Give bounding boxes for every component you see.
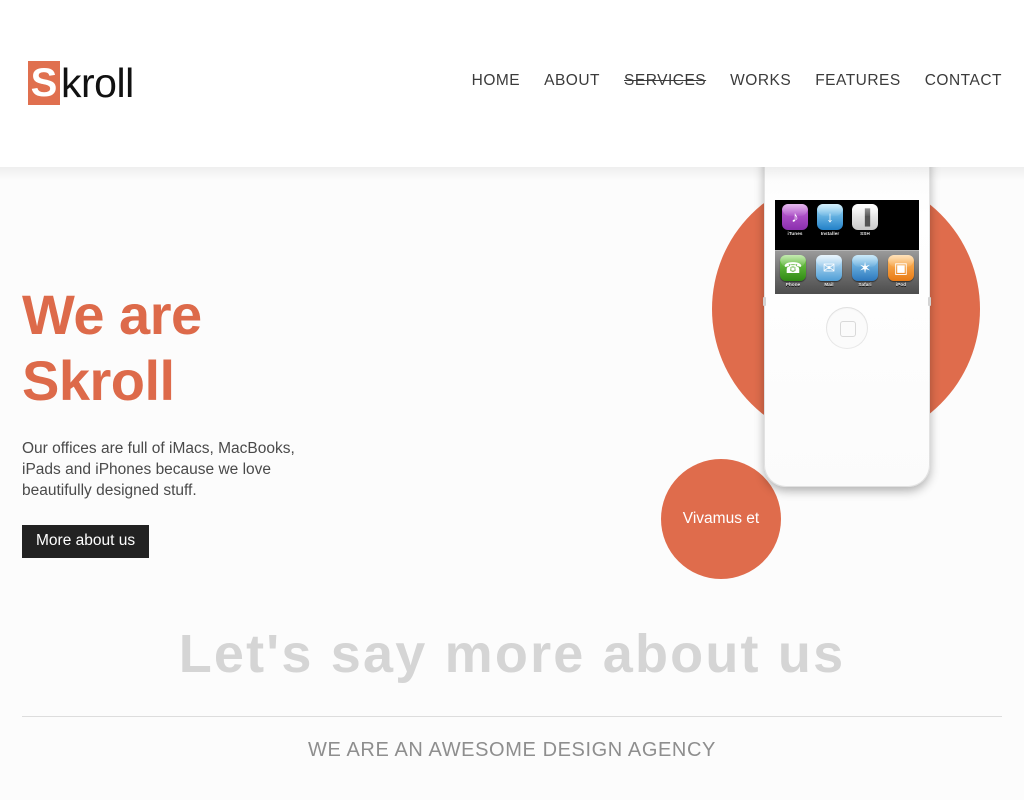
- app-itunes[interactable]: ♪ iTunes: [782, 204, 808, 237]
- hero-title: We are Skroll: [22, 282, 352, 414]
- nav-item-home[interactable]: HOME: [460, 69, 533, 93]
- hero-title-line-2: Skroll: [22, 349, 175, 412]
- iphone-home-button[interactable]: [826, 307, 868, 349]
- itunes-glyph: ♪: [791, 208, 799, 226]
- app-label-ipod: iPod: [895, 282, 907, 287]
- app-label-safari: Safari: [858, 282, 872, 287]
- vivamus-badge-circle[interactable]: Vivamus et: [661, 459, 781, 579]
- logo-mark-icon: S: [28, 61, 60, 105]
- app-mail[interactable]: ✉ Mail: [816, 255, 842, 288]
- itunes-icon: ♪: [782, 204, 808, 230]
- app-safari[interactable]: ✶ Safari: [852, 255, 878, 288]
- site-header: S kroll HOME ABOUT SERVICES WORKS FEATUR…: [0, 0, 1024, 181]
- mail-glyph: ✉: [822, 259, 836, 277]
- site-logo[interactable]: S kroll: [28, 60, 134, 106]
- main-navigation: HOME ABOUT SERVICES WORKS FEATURES CONTA…: [460, 69, 1002, 93]
- safari-glyph: ✶: [858, 259, 872, 277]
- iphone-app-row: ♪ iTunes ↓ Installer ▐ SSH: [775, 204, 919, 237]
- logo-wordmark: kroll: [61, 60, 134, 106]
- ssh-glyph: ▐: [859, 208, 871, 226]
- ssh-icon: ▐: [852, 204, 878, 230]
- iphone-dock: ☎ Phone ✉ Mail ✶ Safari ▣ iPod: [775, 250, 919, 294]
- app-phone[interactable]: ☎ Phone: [780, 255, 806, 288]
- app-label-installer: Installer: [820, 231, 840, 236]
- iphone-illustration: ♪ iTunes ↓ Installer ▐ SSH ☎ Phone ✉ Mai…: [763, 35, 931, 487]
- mail-icon: ✉: [816, 255, 842, 281]
- app-ssh[interactable]: ▐ SSH: [852, 204, 878, 237]
- app-label-mail: Mail: [824, 282, 834, 287]
- app-label-phone: Phone: [785, 282, 801, 287]
- iphone-screen: ♪ iTunes ↓ Installer ▐ SSH ☎ Phone ✉ Mai…: [775, 200, 919, 294]
- hero-section: We are Skroll Our offices are full of iM…: [0, 35, 1024, 600]
- about-title: Let's say more about us: [178, 624, 846, 684]
- iphone-side-notch-right: [928, 297, 931, 306]
- ipod-icon: ▣: [888, 255, 914, 281]
- iphone-dock-row: ☎ Phone ✉ Mail ✶ Safari ▣ iPod: [775, 255, 919, 288]
- app-installer[interactable]: ↓ Installer: [817, 204, 843, 237]
- installer-glyph: ↓: [826, 208, 834, 226]
- page-root: S kroll HOME ABOUT SERVICES WORKS FEATUR…: [0, 0, 1024, 800]
- more-about-us-button[interactable]: More about us: [22, 525, 150, 558]
- nav-item-features[interactable]: FEATURES: [803, 69, 913, 93]
- iphone-side-notch-left: [763, 297, 766, 306]
- safari-icon: ✶: [852, 255, 878, 281]
- installer-icon: ↓: [817, 204, 843, 230]
- app-label-ssh: SSH: [860, 231, 870, 236]
- nav-item-services[interactable]: SERVICES: [612, 69, 718, 93]
- phone-icon: ☎: [780, 255, 806, 281]
- app-label-itunes: iTunes: [787, 231, 803, 236]
- about-subtitle: WE ARE AN AWESOME DESIGN AGENCY: [308, 739, 716, 761]
- hero-copy: We are Skroll Our offices are full of iM…: [22, 282, 352, 558]
- nav-item-contact[interactable]: CONTACT: [913, 69, 1002, 93]
- ipod-glyph: ▣: [893, 259, 909, 277]
- phone-glyph: ☎: [783, 259, 803, 277]
- nav-item-about[interactable]: ABOUT: [532, 69, 612, 93]
- hero-title-line-1: We are: [22, 283, 202, 346]
- about-section: Let's say more about us WE ARE AN AWESOM…: [0, 600, 1024, 762]
- nav-item-works[interactable]: WORKS: [718, 69, 803, 93]
- vivamus-badge-label: Vivamus et: [682, 510, 760, 527]
- hero-paragraph: Our offices are full of iMacs, MacBooks,…: [22, 440, 295, 499]
- app-ipod[interactable]: ▣ iPod: [888, 255, 914, 288]
